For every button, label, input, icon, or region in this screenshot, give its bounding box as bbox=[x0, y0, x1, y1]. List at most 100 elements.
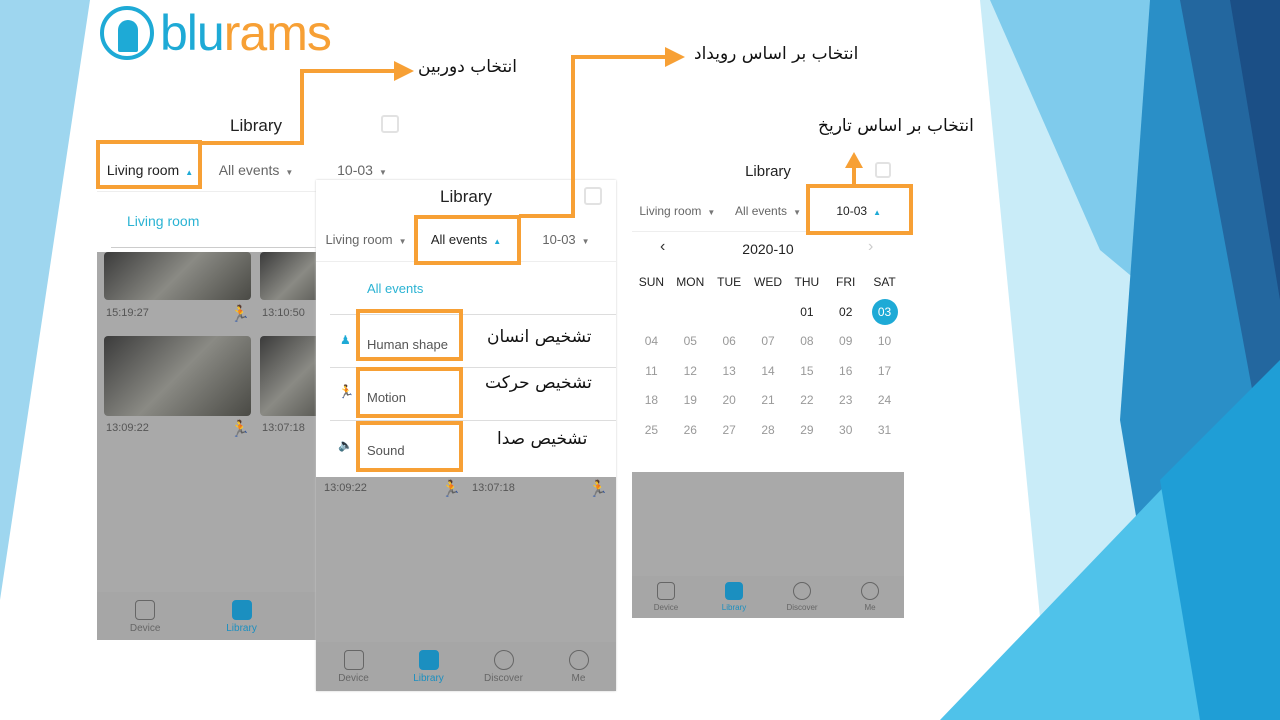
calendar-day[interactable]: 23 bbox=[826, 386, 865, 416]
ram-logo-icon bbox=[100, 6, 154, 60]
calendar-day[interactable]: 13 bbox=[710, 356, 749, 386]
calendar-day[interactable]: 02 bbox=[826, 297, 865, 327]
clip-time: 15:19:27 bbox=[106, 307, 149, 319]
calendar-day[interactable]: 04 bbox=[632, 327, 671, 357]
calendar-day[interactable]: 29 bbox=[787, 415, 826, 445]
clip-list-overlay: 13:09:22 🏃 13:07:18 🏃 bbox=[316, 477, 616, 642]
arrow-date bbox=[845, 152, 863, 168]
tab-discover[interactable]: Discover bbox=[466, 642, 541, 691]
calendar-day[interactable]: 11 bbox=[632, 356, 671, 386]
highlight-human bbox=[356, 309, 463, 361]
annotation-motion: تشخیص حرکت bbox=[485, 373, 592, 393]
weekday-label: SUN bbox=[638, 275, 665, 289]
tab-device[interactable]: Device bbox=[97, 592, 193, 640]
person-icon bbox=[861, 582, 879, 600]
home-icon bbox=[343, 650, 364, 670]
calendar-day[interactable]: 19 bbox=[671, 386, 710, 416]
calendar-day[interactable]: 21 bbox=[749, 386, 788, 416]
clip-thumbnail[interactable] bbox=[104, 336, 251, 416]
date-filter[interactable]: 10-03 ▼ bbox=[309, 162, 415, 178]
clip-thumbnail[interactable] bbox=[104, 252, 251, 300]
camera-filter[interactable]: Living room ▼ bbox=[316, 232, 416, 247]
weekday-label: FRI bbox=[836, 275, 856, 289]
date-filter[interactable]: 10-03 ▼ bbox=[516, 232, 616, 247]
calendar-day bbox=[671, 297, 710, 327]
calendar-day[interactable]: 31 bbox=[865, 415, 904, 445]
calendar-day[interactable]: 18 bbox=[632, 386, 671, 416]
home-icon bbox=[135, 600, 156, 620]
month-label: 2020-10 bbox=[742, 241, 794, 257]
weekday-label: TUE bbox=[717, 275, 742, 289]
tab-device[interactable]: Device bbox=[632, 576, 700, 618]
tab-device[interactable]: Device bbox=[316, 642, 391, 691]
calendar-day[interactable]: 06 bbox=[710, 327, 749, 357]
calendar-day[interactable]: 08 bbox=[787, 327, 826, 357]
camera-filter[interactable]: Living room ▼ bbox=[632, 204, 723, 218]
speaker-icon: 🔈 bbox=[338, 438, 353, 452]
weekday-label: THU bbox=[794, 275, 820, 289]
annotation-camera: انتخاب دوربین bbox=[418, 57, 517, 77]
tab-library[interactable]: Library bbox=[193, 592, 289, 640]
tab-me[interactable]: Me bbox=[541, 642, 616, 691]
weekday-label: SAT bbox=[873, 275, 896, 289]
calendar-day[interactable]: 28 bbox=[749, 415, 788, 445]
highlight-camera-filter bbox=[96, 140, 202, 189]
event-option-all[interactable]: All events bbox=[367, 281, 423, 296]
calendar-day[interactable]: 12 bbox=[671, 356, 710, 386]
calendar-day bbox=[632, 297, 671, 327]
calendar-day[interactable]: 24 bbox=[865, 386, 904, 416]
event-filter[interactable]: All events ▼ bbox=[723, 204, 814, 218]
calendar-day bbox=[749, 297, 788, 327]
edit-icon[interactable] bbox=[381, 115, 399, 133]
person-icon bbox=[568, 650, 589, 670]
calendar-day[interactable]: 22 bbox=[787, 386, 826, 416]
calendar-day[interactable]: 27 bbox=[710, 415, 749, 445]
motion-icon: 🏃 bbox=[230, 421, 250, 438]
calendar-day[interactable]: 05 bbox=[671, 327, 710, 357]
clip-time: 13:07:18 bbox=[262, 422, 305, 434]
logo-text-accent: rams bbox=[223, 5, 332, 61]
tab-library[interactable]: Library bbox=[391, 642, 466, 691]
tab-library[interactable]: Library bbox=[700, 576, 768, 618]
highlight-motion bbox=[356, 367, 463, 418]
logo-text: blu bbox=[160, 5, 225, 61]
motion-icon: 🏃 bbox=[588, 481, 608, 498]
calendar-grid: SUN MON TUE WED THU FRI SAT 01 02 03 04 05 06 07 08 09 1… bbox=[632, 267, 904, 445]
tab-bar: Device Library Discover Me bbox=[316, 642, 616, 691]
home-icon bbox=[657, 582, 675, 600]
highlight-event-filter bbox=[414, 215, 521, 265]
calendar-day[interactable]: 20 bbox=[710, 386, 749, 416]
calendar-day[interactable]: 01 bbox=[787, 297, 826, 327]
calendar-day[interactable]: 10 bbox=[865, 327, 904, 357]
motion-icon: 🏃 bbox=[338, 384, 355, 399]
calendar-day bbox=[710, 297, 749, 327]
camera-option[interactable]: Living room bbox=[127, 213, 199, 229]
calendar-day[interactable]: 17 bbox=[865, 356, 904, 386]
calendar-day[interactable]: 26 bbox=[671, 415, 710, 445]
tab-discover[interactable]: Discover bbox=[768, 576, 836, 618]
annotation-sound: تشخیص صدا bbox=[497, 429, 588, 449]
calendar-day[interactable]: 15 bbox=[787, 356, 826, 386]
edit-icon[interactable] bbox=[875, 162, 891, 178]
calendar-day[interactable]: 09 bbox=[826, 327, 865, 357]
event-filter[interactable]: All events ▼ bbox=[203, 162, 309, 178]
edit-icon[interactable] bbox=[584, 187, 602, 205]
play-icon bbox=[725, 582, 743, 600]
tab-bar: Device Library Discover Me bbox=[632, 576, 904, 618]
next-month-button[interactable]: › bbox=[868, 238, 873, 256]
annotation-human: تشخیص انسان bbox=[487, 327, 592, 347]
clip-time: 13:09:22 bbox=[324, 482, 367, 494]
calendar-day[interactable]: 16 bbox=[826, 356, 865, 386]
clip-time: 13:09:22 bbox=[106, 422, 149, 434]
blurams-logo: blu rams bbox=[100, 4, 332, 62]
calendar-day[interactable]: 03 bbox=[865, 297, 904, 327]
highlight-sound bbox=[356, 421, 463, 472]
calendar-day[interactable]: 25 bbox=[632, 415, 671, 445]
calendar-day[interactable]: 07 bbox=[749, 327, 788, 357]
annotation-date: انتخاب بر اساس تاریخ bbox=[818, 116, 974, 136]
calendar-day[interactable]: 30 bbox=[826, 415, 865, 445]
tab-me[interactable]: Me bbox=[836, 576, 904, 618]
page-title: Library bbox=[230, 116, 282, 135]
calendar-day[interactable]: 14 bbox=[749, 356, 788, 386]
arrow-camera bbox=[394, 61, 414, 81]
